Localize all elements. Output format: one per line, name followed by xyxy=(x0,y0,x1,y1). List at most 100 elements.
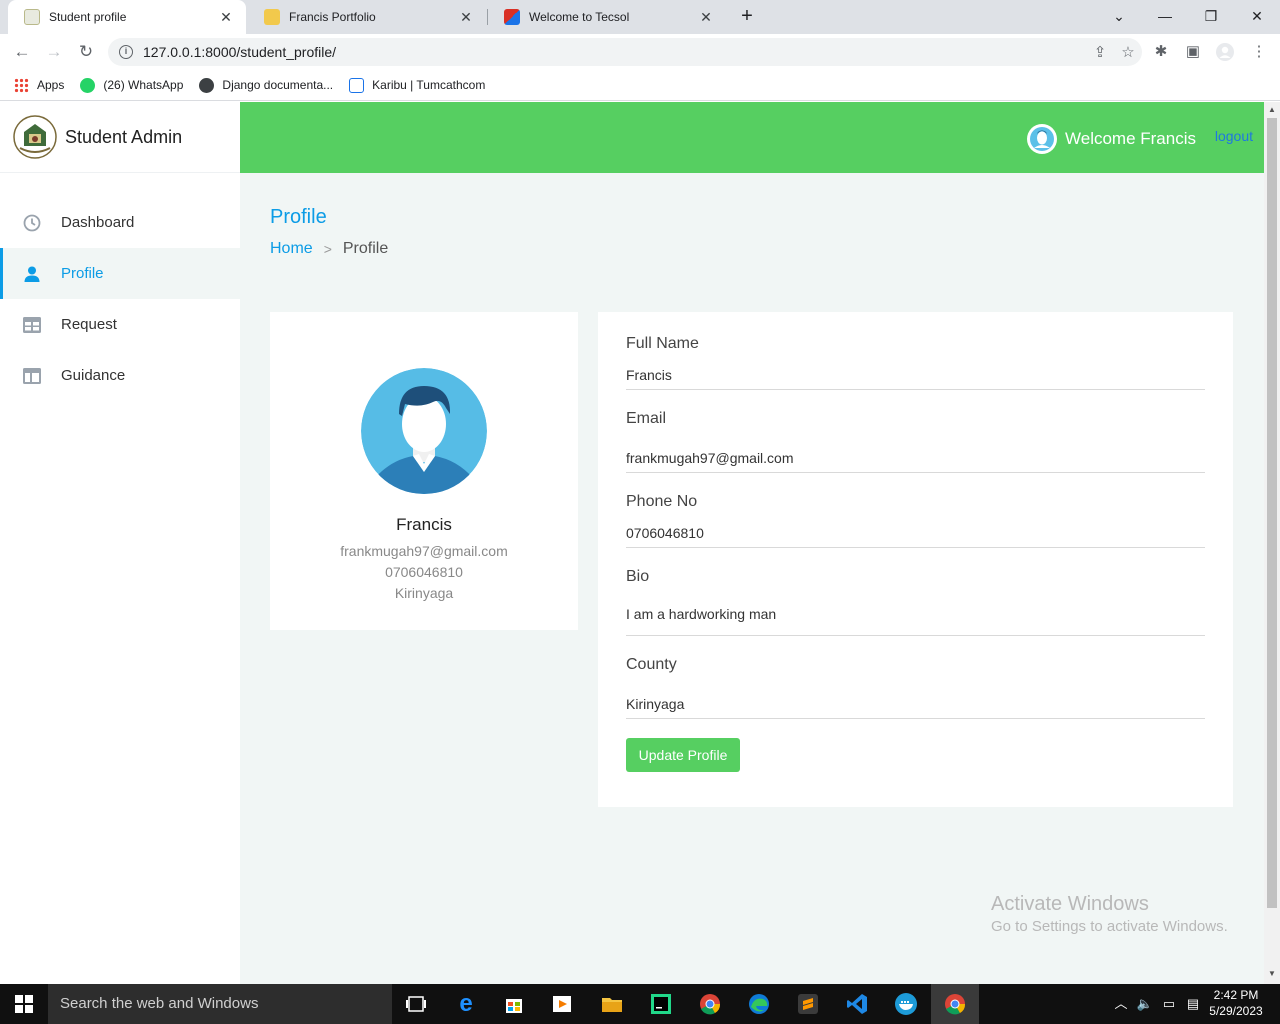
file-explorer-icon[interactable] xyxy=(588,984,636,1024)
columns-icon xyxy=(22,366,42,386)
field-underline xyxy=(626,635,1205,636)
update-profile-button[interactable]: Update Profile xyxy=(626,738,740,772)
activate-windows-title: Activate Windows xyxy=(991,893,1149,915)
profile-email: frankmugah97@gmail.com xyxy=(340,543,508,559)
bookmark-apps[interactable]: Apps xyxy=(14,77,65,93)
table-icon xyxy=(22,315,42,335)
full-name-field[interactable]: Francis xyxy=(626,367,672,383)
bio-label: Bio xyxy=(626,568,650,585)
sidebar-item-label: Profile xyxy=(61,265,104,282)
edge-icon[interactable] xyxy=(735,984,783,1024)
scroll-down-icon[interactable]: ▼ xyxy=(1264,969,1280,978)
tab-francis-portfolio[interactable]: Francis Portfolio ✕ xyxy=(248,0,486,34)
profile-avatar-image xyxy=(361,368,487,494)
extensions-icon[interactable]: ✱ xyxy=(1150,42,1172,64)
close-window-button[interactable]: ✕ xyxy=(1234,0,1280,34)
profile-phone: 0706046810 xyxy=(385,564,463,580)
breadcrumb-home-link[interactable]: Home xyxy=(270,240,313,258)
brand: Student Admin xyxy=(0,102,240,173)
profile-avatar-icon[interactable] xyxy=(1214,42,1236,64)
top-header: Welcome Francis logout xyxy=(240,102,1264,173)
page-scrollbar[interactable]: ▲ ▼ xyxy=(1264,102,1280,984)
welcome-text: Welcome Francis xyxy=(1065,129,1196,148)
reload-icon[interactable]: ↻ xyxy=(74,40,98,64)
sidebar-item-profile[interactable]: Profile xyxy=(0,248,240,299)
url-text[interactable]: 127.0.0.1:8000/student_profile/ xyxy=(143,44,1086,60)
pycharm-icon[interactable] xyxy=(637,984,685,1024)
share-icon[interactable]: ⇪ xyxy=(1086,43,1114,61)
profile-summary-card: Francis frankmugah97@gmail.com 070604681… xyxy=(270,312,578,630)
network-icon[interactable]: ▭ xyxy=(1158,984,1180,1024)
sidebar-item-guidance[interactable]: Guidance xyxy=(0,350,240,401)
field-underline xyxy=(626,389,1205,390)
document-check-icon xyxy=(349,77,365,93)
site-info-icon[interactable]: i xyxy=(119,45,133,59)
taskbar-clock[interactable]: 2:42 PM 5/29/2023 xyxy=(1204,987,1268,1019)
university-logo-icon xyxy=(24,9,40,25)
scroll-up-icon[interactable]: ▲ xyxy=(1264,105,1280,114)
store-icon[interactable] xyxy=(490,984,538,1024)
bookmark-django-docs[interactable]: Django documenta... xyxy=(199,77,334,93)
folder-icon xyxy=(264,9,280,25)
side-panel-icon[interactable]: ▣ xyxy=(1182,42,1204,64)
scrollbar-thumb[interactable] xyxy=(1267,118,1277,908)
vscode-icon[interactable] xyxy=(833,984,881,1024)
sidebar-item-request[interactable]: Request xyxy=(0,299,240,350)
phone-label: Phone No xyxy=(626,493,698,510)
new-tab-button[interactable]: + xyxy=(734,5,760,29)
bookmark-label: Django documenta... xyxy=(222,78,334,92)
forward-icon[interactable]: → xyxy=(42,40,66,64)
sublime-text-icon[interactable] xyxy=(784,984,832,1024)
close-icon[interactable]: ✕ xyxy=(218,9,234,26)
globe-icon xyxy=(199,77,215,93)
profile-form-card: Full Name Francis Email frankmugah97@gma… xyxy=(598,312,1233,807)
brand-name: Student Admin xyxy=(65,126,183,147)
close-icon[interactable]: ✕ xyxy=(698,9,714,26)
chrome-active-icon[interactable] xyxy=(931,984,979,1024)
notifications-icon[interactable]: ▤ xyxy=(1182,984,1204,1024)
full-name-label: Full Name xyxy=(626,335,699,352)
tab-search-icon[interactable]: ⌄ xyxy=(1096,0,1142,34)
volume-icon[interactable]: 🔈 xyxy=(1134,984,1156,1024)
clock-date: 5/29/2023 xyxy=(1209,1004,1263,1018)
close-icon[interactable]: ✕ xyxy=(458,9,474,26)
tab-title: Student profile xyxy=(49,10,127,24)
sidebar-item-dashboard[interactable]: Dashboard xyxy=(0,197,240,248)
edge-legacy-icon[interactable]: e xyxy=(442,984,490,1024)
sidebar: Student Admin Dashboard Profile Request xyxy=(0,102,240,984)
browser-menu-icon[interactable]: ⋮ xyxy=(1248,42,1270,64)
media-player-icon[interactable] xyxy=(538,984,586,1024)
welcome-user: Welcome Francis xyxy=(1027,124,1196,154)
taskbar-search-input[interactable]: Search the web and Windows xyxy=(48,984,392,1024)
sidebar-item-label: Request xyxy=(61,316,117,333)
sidebar-item-label: Dashboard xyxy=(61,214,135,231)
tab-title: Francis Portfolio xyxy=(289,10,376,24)
restore-button[interactable]: ❐ xyxy=(1188,0,1234,34)
field-underline xyxy=(626,472,1205,473)
clock-time: 2:42 PM xyxy=(1213,988,1259,1002)
bookmark-whatsapp[interactable]: (26) WhatsApp xyxy=(80,77,183,93)
avatar xyxy=(1027,124,1057,154)
tab-welcome-tecsol[interactable]: Welcome to Tecsol ✕ xyxy=(488,0,726,34)
tab-student-profile[interactable]: Student profile ✕ xyxy=(8,0,246,34)
docker-icon[interactable] xyxy=(882,984,930,1024)
windows-start-icon[interactable] xyxy=(0,984,48,1024)
bookmark-label: Apps xyxy=(37,78,65,92)
logout-link[interactable]: logout xyxy=(1215,128,1253,144)
address-bar[interactable]: i 127.0.0.1:8000/student_profile/ ⇪ ☆ xyxy=(108,38,1142,66)
bookmark-star-icon[interactable]: ☆ xyxy=(1114,43,1142,61)
phone-field[interactable]: 0706046810 xyxy=(626,525,704,541)
bio-field[interactable]: I am a hardworking man xyxy=(626,606,776,622)
county-label: County xyxy=(626,656,677,673)
bookmark-karibu[interactable]: Karibu | Tumcathcom xyxy=(349,77,485,93)
chevron-up-icon[interactable]: ︿ xyxy=(1110,984,1132,1024)
email-label: Email xyxy=(626,410,667,427)
task-view-icon[interactable] xyxy=(392,984,440,1024)
sidebar-menu: Dashboard Profile Request Guidance xyxy=(0,197,240,401)
back-icon[interactable]: ← xyxy=(10,40,34,64)
county-field[interactable]: Kirinyaga xyxy=(626,696,684,712)
minimize-button[interactable]: — xyxy=(1142,0,1188,34)
email-field[interactable]: frankmugah97@gmail.com xyxy=(626,450,794,466)
page: Student Admin Dashboard Profile Request xyxy=(0,102,1264,984)
chrome-icon[interactable] xyxy=(686,984,734,1024)
